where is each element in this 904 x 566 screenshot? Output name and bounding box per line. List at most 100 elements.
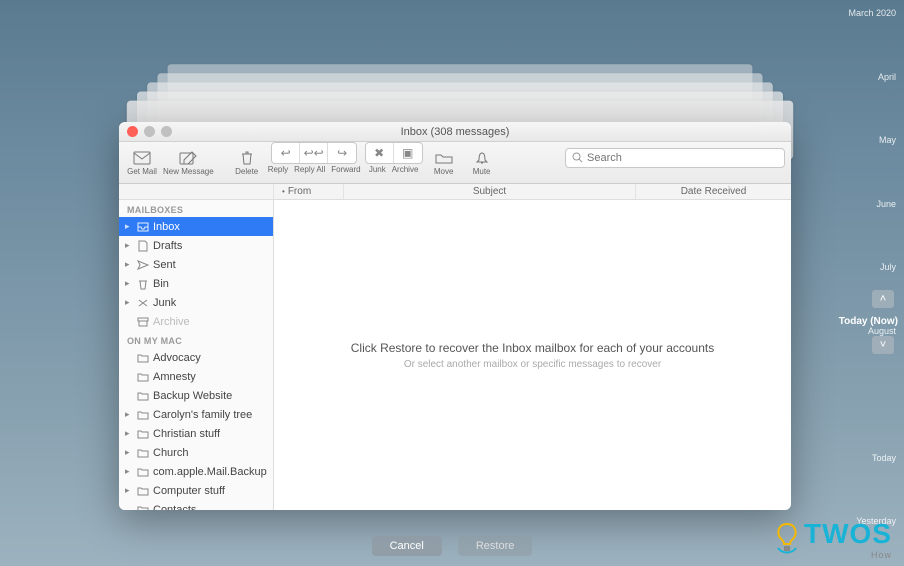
sidebar-item-label: com.apple.Mail.Backup bbox=[153, 466, 267, 478]
chevron-up-icon: ˄ bbox=[880, 293, 886, 305]
lightbulb-icon bbox=[774, 522, 800, 556]
inbox-icon bbox=[136, 221, 150, 233]
message-pane: Click Restore to recover the Inbox mailb… bbox=[274, 200, 791, 510]
timeline-tick[interactable]: July bbox=[836, 262, 898, 272]
get-mail-button[interactable]: Get Mail bbox=[125, 145, 159, 181]
folder-icon bbox=[136, 352, 150, 364]
window-title: Inbox (308 messages) bbox=[119, 126, 791, 138]
sidebar-item-label: Amnesty bbox=[153, 371, 196, 383]
mute-button[interactable]: Mute bbox=[465, 145, 499, 181]
sidebar-item-label: Drafts bbox=[153, 240, 182, 252]
folder-icon bbox=[136, 390, 150, 402]
sidebar-item-carolyn-s-family-tree[interactable]: ▸ Carolyn's family tree bbox=[119, 405, 273, 424]
trash-icon bbox=[136, 278, 150, 290]
disclosure-triangle-icon[interactable]: ▸ bbox=[125, 428, 133, 439]
new-message-button[interactable]: New Message bbox=[163, 145, 214, 181]
sidebar-item-label: Carolyn's family tree bbox=[153, 409, 252, 421]
envelope-icon bbox=[131, 149, 153, 167]
junk-button[interactable]: ✖ bbox=[366, 143, 394, 163]
sidebar-item-label: Christian stuff bbox=[153, 428, 220, 440]
sidebar-item-drafts[interactable]: ▸ Drafts bbox=[119, 236, 273, 255]
folder-icon bbox=[136, 485, 150, 497]
timeline-today-label: Today (Now) bbox=[839, 316, 898, 327]
move-icon bbox=[433, 149, 455, 167]
reply-icon: ↩ bbox=[281, 146, 291, 160]
timeline-tick[interactable]: May bbox=[836, 135, 898, 145]
junk-archive-group: ✖ ▣ bbox=[365, 142, 423, 164]
folder-icon bbox=[136, 409, 150, 421]
disclosure-triangle-icon[interactable]: ▸ bbox=[125, 447, 133, 458]
footer-buttons: Cancel Restore bbox=[0, 536, 904, 556]
sidebar-item-label: Backup Website bbox=[153, 390, 232, 402]
timeline-up-button[interactable]: ˄ bbox=[872, 290, 894, 308]
disclosure-triangle-icon[interactable]: ▸ bbox=[125, 259, 133, 270]
mute-icon bbox=[471, 149, 493, 167]
timeline-tick[interactable]: Today bbox=[836, 453, 898, 463]
disclosure-triangle-icon[interactable]: ▸ bbox=[125, 409, 133, 420]
restore-message-primary: Click Restore to recover the Inbox mailb… bbox=[351, 341, 715, 355]
archive-button[interactable]: ▣ bbox=[394, 143, 422, 163]
sidebar-item-archive[interactable]: Archive bbox=[119, 312, 273, 331]
reply-all-icon: ↩↩ bbox=[304, 146, 324, 160]
column-subject[interactable]: Subject bbox=[344, 184, 636, 199]
watermark: TWOS How bbox=[774, 518, 892, 560]
reply-group: ↩ ↩↩ ↪ bbox=[271, 142, 357, 164]
search-field[interactable] bbox=[565, 148, 785, 168]
sidebar-item-contacts[interactable]: Contacts bbox=[119, 500, 273, 510]
disclosure-triangle-icon[interactable]: ▸ bbox=[125, 297, 133, 308]
timeline-tick[interactable]: March 2020 bbox=[836, 8, 898, 18]
sent-icon bbox=[136, 259, 150, 271]
timeline-tick[interactable] bbox=[836, 389, 898, 399]
sidebar-item-label: Archive bbox=[153, 316, 190, 328]
folder-icon bbox=[136, 504, 150, 511]
junk-icon: ✖ bbox=[374, 146, 384, 160]
sidebar-item-christian-stuff[interactable]: ▸ Christian stuff bbox=[119, 424, 273, 443]
timeline-down-button[interactable]: ˅ bbox=[872, 336, 894, 354]
archive-icon bbox=[136, 316, 150, 328]
chevron-down-icon: ˅ bbox=[880, 339, 886, 351]
reply-button[interactable]: ↩ bbox=[272, 143, 300, 163]
sidebar-item-label: Contacts bbox=[153, 504, 196, 511]
timeline-tick[interactable]: June bbox=[836, 199, 898, 209]
sidebar-item-com-apple-mail-backup[interactable]: ▸ com.apple.Mail.Backup bbox=[119, 462, 273, 481]
search-icon bbox=[572, 152, 583, 163]
search-input[interactable] bbox=[587, 152, 778, 164]
forward-icon: ↪ bbox=[337, 146, 347, 160]
column-date[interactable]: Date Received bbox=[636, 184, 791, 199]
sidebar-item-sent[interactable]: ▸ Sent bbox=[119, 255, 273, 274]
sidebar-item-amnesty[interactable]: Amnesty bbox=[119, 367, 273, 386]
folder-icon bbox=[136, 428, 150, 440]
sidebar-item-label: Inbox bbox=[153, 221, 180, 233]
disclosure-triangle-icon[interactable]: ▸ bbox=[125, 466, 133, 477]
cancel-button[interactable]: Cancel bbox=[372, 536, 442, 556]
sidebar-item-inbox[interactable]: ▸ Inbox bbox=[119, 217, 273, 236]
restore-button[interactable]: Restore bbox=[458, 536, 533, 556]
disclosure-triangle-icon[interactable]: ▸ bbox=[125, 485, 133, 496]
sidebar-item-junk[interactable]: ▸ Junk bbox=[119, 293, 273, 312]
folder-icon bbox=[136, 466, 150, 478]
disclosure-triangle-icon[interactable]: ▸ bbox=[125, 278, 133, 289]
disclosure-triangle-icon[interactable]: ▸ bbox=[125, 240, 133, 251]
sidebar-item-backup-website[interactable]: Backup Website bbox=[119, 386, 273, 405]
sidebar-section-title: MAILBOXES bbox=[119, 200, 273, 217]
forward-button[interactable]: ↪ bbox=[328, 143, 356, 163]
sidebar-item-advocacy[interactable]: Advocacy bbox=[119, 348, 273, 367]
sidebar-item-church[interactable]: ▸Church bbox=[119, 443, 273, 462]
delete-button[interactable]: Delete bbox=[230, 145, 264, 181]
disclosure-triangle-icon[interactable]: ▸ bbox=[125, 221, 133, 232]
column-from[interactable]: •From bbox=[274, 184, 344, 199]
sidebar-item-computer-stuff[interactable]: ▸Computer stuff bbox=[119, 481, 273, 500]
junk-icon bbox=[136, 297, 150, 309]
restore-message-secondary: Or select another mailbox or specific me… bbox=[404, 359, 661, 370]
reply-all-button[interactable]: ↩↩ bbox=[300, 143, 328, 163]
timeline-tick[interactable]: April bbox=[836, 72, 898, 82]
toolbar: Get Mail New Message Delete ↩ ↩↩ ↪ Reply… bbox=[119, 142, 791, 184]
trash-icon bbox=[236, 149, 258, 167]
sidebar-item-label: Junk bbox=[153, 297, 176, 309]
sidebar-item-label: Sent bbox=[153, 259, 176, 271]
sidebar-section-title: ON MY MAC bbox=[119, 331, 273, 348]
sidebar-item-bin[interactable]: ▸Bin bbox=[119, 274, 273, 293]
move-button[interactable]: Move bbox=[427, 145, 461, 181]
doc-icon bbox=[136, 240, 150, 252]
compose-icon bbox=[177, 149, 199, 167]
